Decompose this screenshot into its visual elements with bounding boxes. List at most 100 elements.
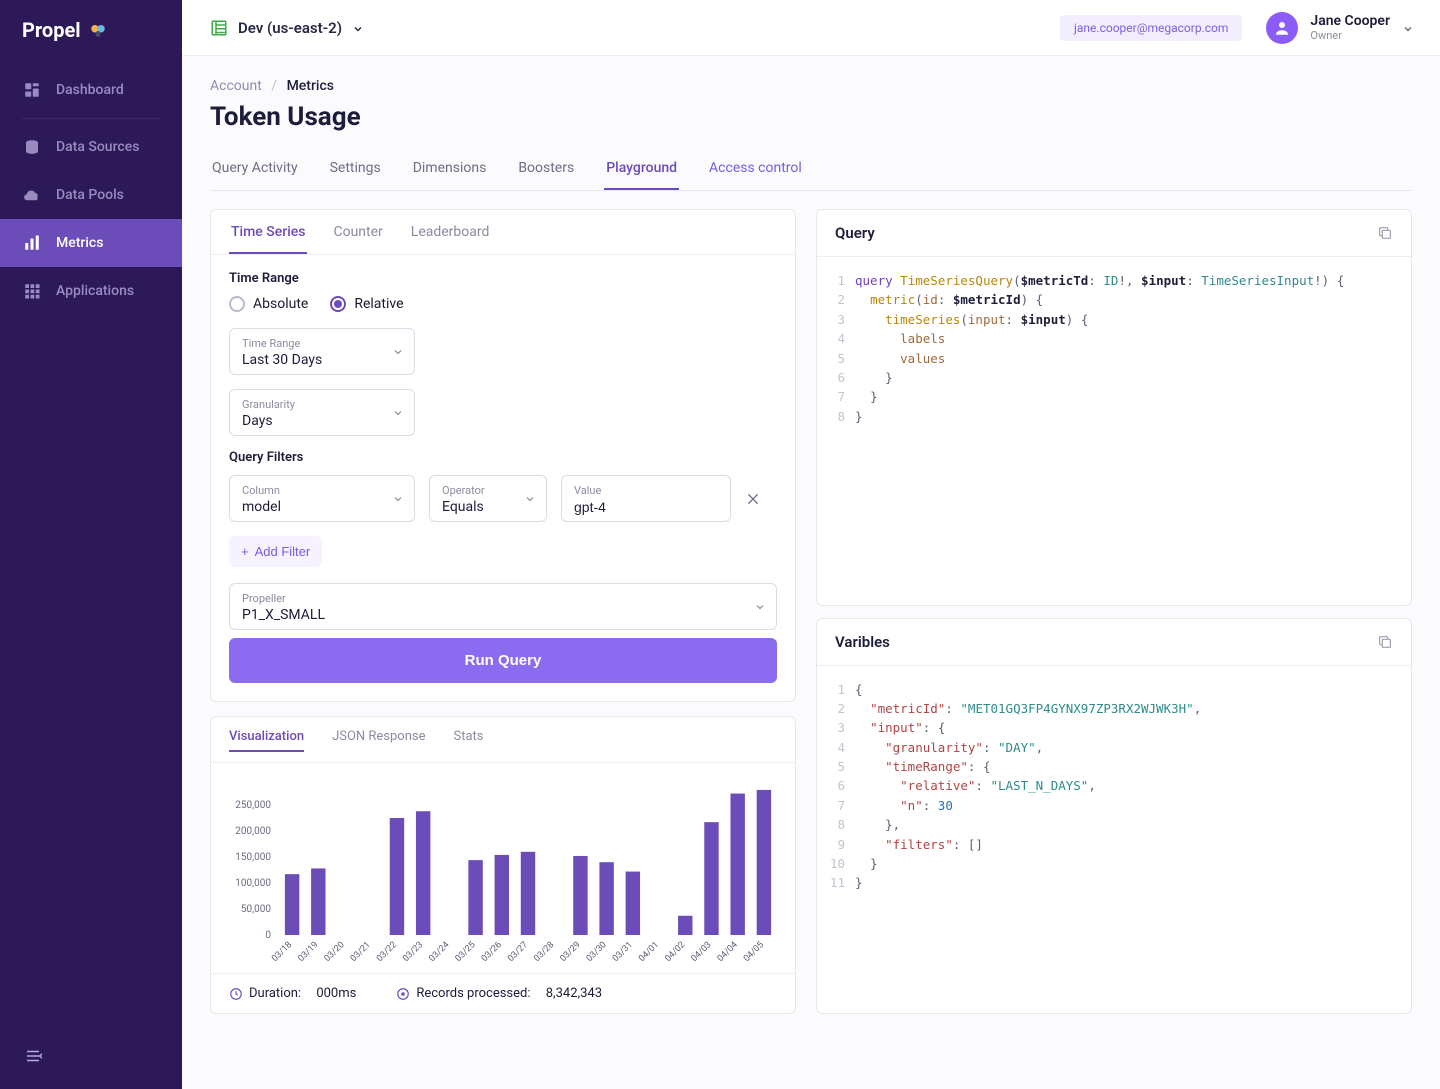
brand-logo: Propel [0, 0, 182, 62]
section-query-filters: Query Filters [229, 450, 777, 465]
tab-settings[interactable]: Settings [328, 150, 383, 190]
tab-query-activity[interactable]: Query Activity [210, 150, 300, 190]
subtab-leaderboard[interactable]: Leaderboard [409, 210, 492, 254]
breadcrumb-link-account[interactable]: Account [210, 78, 262, 94]
field-filter-operator[interactable]: Operator Equals [429, 475, 547, 522]
breadcrumb-current: Metrics [287, 78, 334, 94]
svg-text:03/24: 03/24 [427, 940, 451, 964]
nav-data-sources[interactable]: Data Sources [0, 123, 182, 171]
radio-label: Relative [354, 296, 403, 312]
remove-filter-icon[interactable] [745, 491, 761, 507]
field-filter-column[interactable]: Column model [229, 475, 415, 522]
copy-icon[interactable] [1377, 634, 1393, 650]
svg-text:03/21: 03/21 [349, 940, 373, 964]
nav-label: Metrics [56, 235, 103, 251]
clock-icon [229, 987, 243, 1001]
user-role: Owner [1310, 29, 1390, 42]
svg-text:03/27: 03/27 [506, 940, 530, 964]
radio-label: Absolute [253, 296, 308, 312]
chevron-down-icon [392, 346, 404, 358]
brand-icon [89, 22, 107, 40]
avatar [1266, 12, 1298, 44]
collapse-sidebar-icon[interactable] [24, 1047, 158, 1065]
run-query-button[interactable]: Run Query [229, 638, 777, 683]
svg-text:04/02: 04/02 [663, 940, 687, 964]
result-tab-visualization[interactable]: Visualization [229, 729, 304, 752]
svg-text:03/29: 03/29 [559, 940, 583, 964]
copy-icon[interactable] [1377, 225, 1393, 241]
nav-label: Data Sources [56, 139, 139, 155]
nav-label: Applications [56, 283, 134, 299]
result-tab-stats[interactable]: Stats [454, 729, 484, 752]
svg-text:0: 0 [265, 930, 271, 941]
database-icon [22, 137, 42, 157]
svg-text:150,000: 150,000 [235, 852, 271, 863]
breadcrumb: Account / Metrics [210, 78, 1412, 94]
svg-text:03/26: 03/26 [480, 940, 504, 964]
svg-text:04/04: 04/04 [716, 940, 740, 964]
svg-text:03/30: 03/30 [585, 940, 609, 964]
nav-data-pools[interactable]: Data Pools [0, 171, 182, 219]
chart: 0 50,000 100,000 150,000 200,000 250,000 03/18… [225, 771, 783, 969]
nav-metrics[interactable]: Metrics [0, 219, 182, 267]
svg-text:03/22: 03/22 [375, 940, 399, 964]
chevron-down-icon [392, 407, 404, 419]
apps-icon [22, 281, 42, 301]
page-title: Token Usage [210, 102, 1412, 132]
field-time-range[interactable]: Time Range Last 30 Days [229, 328, 415, 375]
nav-applications[interactable]: Applications [0, 267, 182, 315]
svg-text:200,000: 200,000 [235, 826, 271, 837]
field-propeller[interactable]: Propeller P1_X_SMALL [229, 583, 777, 630]
user-email-pill: jane.cooper@megacorp.com [1060, 15, 1242, 41]
user-name: Jane Cooper [1310, 13, 1390, 29]
svg-text:04/01: 04/01 [637, 940, 661, 964]
field-filter-value[interactable]: Value [561, 475, 731, 522]
environment-label: Dev (us-east-2) [238, 19, 342, 37]
tab-access-control[interactable]: Access control [707, 150, 804, 190]
tab-dimensions[interactable]: Dimensions [411, 150, 489, 190]
subtab-counter[interactable]: Counter [331, 210, 384, 254]
svg-text:03/18: 03/18 [270, 940, 294, 964]
brand-text: Propel [22, 18, 81, 42]
tab-playground[interactable]: Playground [604, 150, 679, 190]
svg-text:50,000: 50,000 [241, 904, 271, 915]
cloud-icon [22, 185, 42, 205]
radio-relative[interactable]: Relative [330, 296, 403, 312]
svg-text:04/05: 04/05 [742, 940, 766, 964]
plus-icon: + [241, 544, 249, 559]
field-granularity[interactable]: Granularity Days [229, 389, 415, 436]
stat-duration: Duration: 000ms [229, 986, 356, 1001]
filter-value-input[interactable] [574, 499, 718, 515]
radio-absolute[interactable]: Absolute [229, 296, 308, 312]
chevron-down-icon [1402, 23, 1412, 33]
environment-icon [210, 19, 228, 37]
records-icon [396, 987, 410, 1001]
svg-text:03/19: 03/19 [296, 940, 320, 964]
user-menu[interactable]: Jane Cooper Owner [1266, 12, 1412, 44]
chevron-down-icon [392, 493, 404, 505]
chevron-down-icon [352, 23, 362, 33]
svg-text:03/31: 03/31 [611, 940, 635, 964]
chevron-down-icon [524, 493, 536, 505]
environment-picker[interactable]: Dev (us-east-2) [210, 19, 362, 37]
svg-text:04/03: 04/03 [690, 940, 714, 964]
nav-dashboard[interactable]: Dashboard [0, 66, 182, 114]
nav-label: Dashboard [56, 82, 124, 98]
result-tab-json-response[interactable]: JSON Response [332, 729, 425, 752]
svg-text:250,000: 250,000 [235, 800, 271, 811]
query-panel-title: Query [835, 224, 875, 242]
stat-records: Records processed: 8,342,343 [396, 986, 602, 1001]
tab-boosters[interactable]: Boosters [516, 150, 576, 190]
svg-text:03/20: 03/20 [323, 940, 347, 964]
variables-panel-title: Varibles [835, 633, 890, 651]
add-filter-button[interactable]: + Add Filter [229, 536, 322, 567]
svg-text:03/23: 03/23 [401, 940, 425, 964]
metrics-icon [22, 233, 42, 253]
subtab-time-series[interactable]: Time Series [229, 210, 307, 254]
svg-text:03/28: 03/28 [532, 940, 556, 964]
chevron-down-icon [754, 601, 766, 613]
variables-code-block: 1{2 "metricId": "MET01GQ3FP4GYNX97ZP3RX2… [817, 666, 1411, 907]
section-time-range: Time Range [229, 271, 777, 286]
svg-text:03/25: 03/25 [454, 940, 478, 964]
svg-text:100,000: 100,000 [235, 878, 271, 889]
